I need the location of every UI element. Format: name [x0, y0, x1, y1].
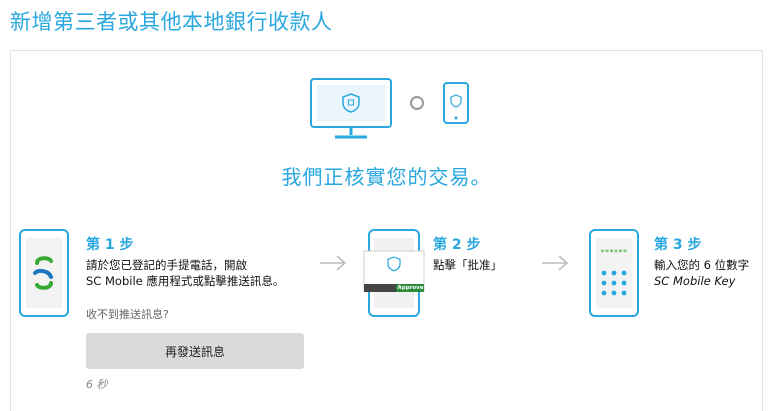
phone-approve-icon — [363, 229, 425, 317]
code-mask: ****** — [600, 248, 628, 257]
step-3-description: 輸入您的 6 位數字 SC Mobile Key — [654, 257, 749, 289]
step-3-line2: SC Mobile Key — [654, 274, 736, 288]
arrow-right-icon — [542, 255, 569, 271]
keypad-icon — [589, 229, 639, 317]
step-3-title: 第 3 步 — [654, 237, 702, 253]
approve-label: Approve — [397, 285, 424, 291]
page-title: 新增第三者或其他本地銀行收款人 — [10, 10, 333, 34]
step-3-line1: 輸入您的 6 位數字 — [654, 258, 750, 272]
step-2-title: 第 2 步 — [433, 237, 481, 253]
phone-shield-icon — [443, 82, 469, 124]
step-1-line1: 請於您已登記的手提電話，開啟 — [86, 258, 247, 272]
arrow-right-icon — [320, 255, 347, 271]
verify-graphic — [310, 78, 469, 139]
countdown-text: 6 秒 — [86, 378, 108, 391]
connector-dot — [410, 96, 424, 110]
step-2-description: 點擊「批准」 — [433, 257, 502, 273]
monitor-shield-icon — [310, 78, 392, 139]
resend-button[interactable]: 再發送訊息 — [86, 333, 304, 369]
step-1-description: 請於您已登記的手提電話，開啟 SC Mobile 應用程式或點擊推送訊息。 — [86, 257, 284, 289]
phone-sc-logo-icon — [19, 229, 69, 317]
step-1-line2: SC Mobile 應用程式或點擊推送訊息。 — [86, 274, 285, 288]
status-text: 我們正核實您的交易。 — [281, 165, 492, 189]
verification-panel: 我們正核實您的交易。 第 1 步 請於您已登記的手提電話，開啟 SC Mobil… — [10, 50, 763, 411]
step-1-title: 第 1 步 — [86, 237, 134, 253]
no-push-question: 收不到推送訊息? — [86, 308, 169, 321]
step-2-line1: 點擊「批准」 — [433, 258, 502, 272]
